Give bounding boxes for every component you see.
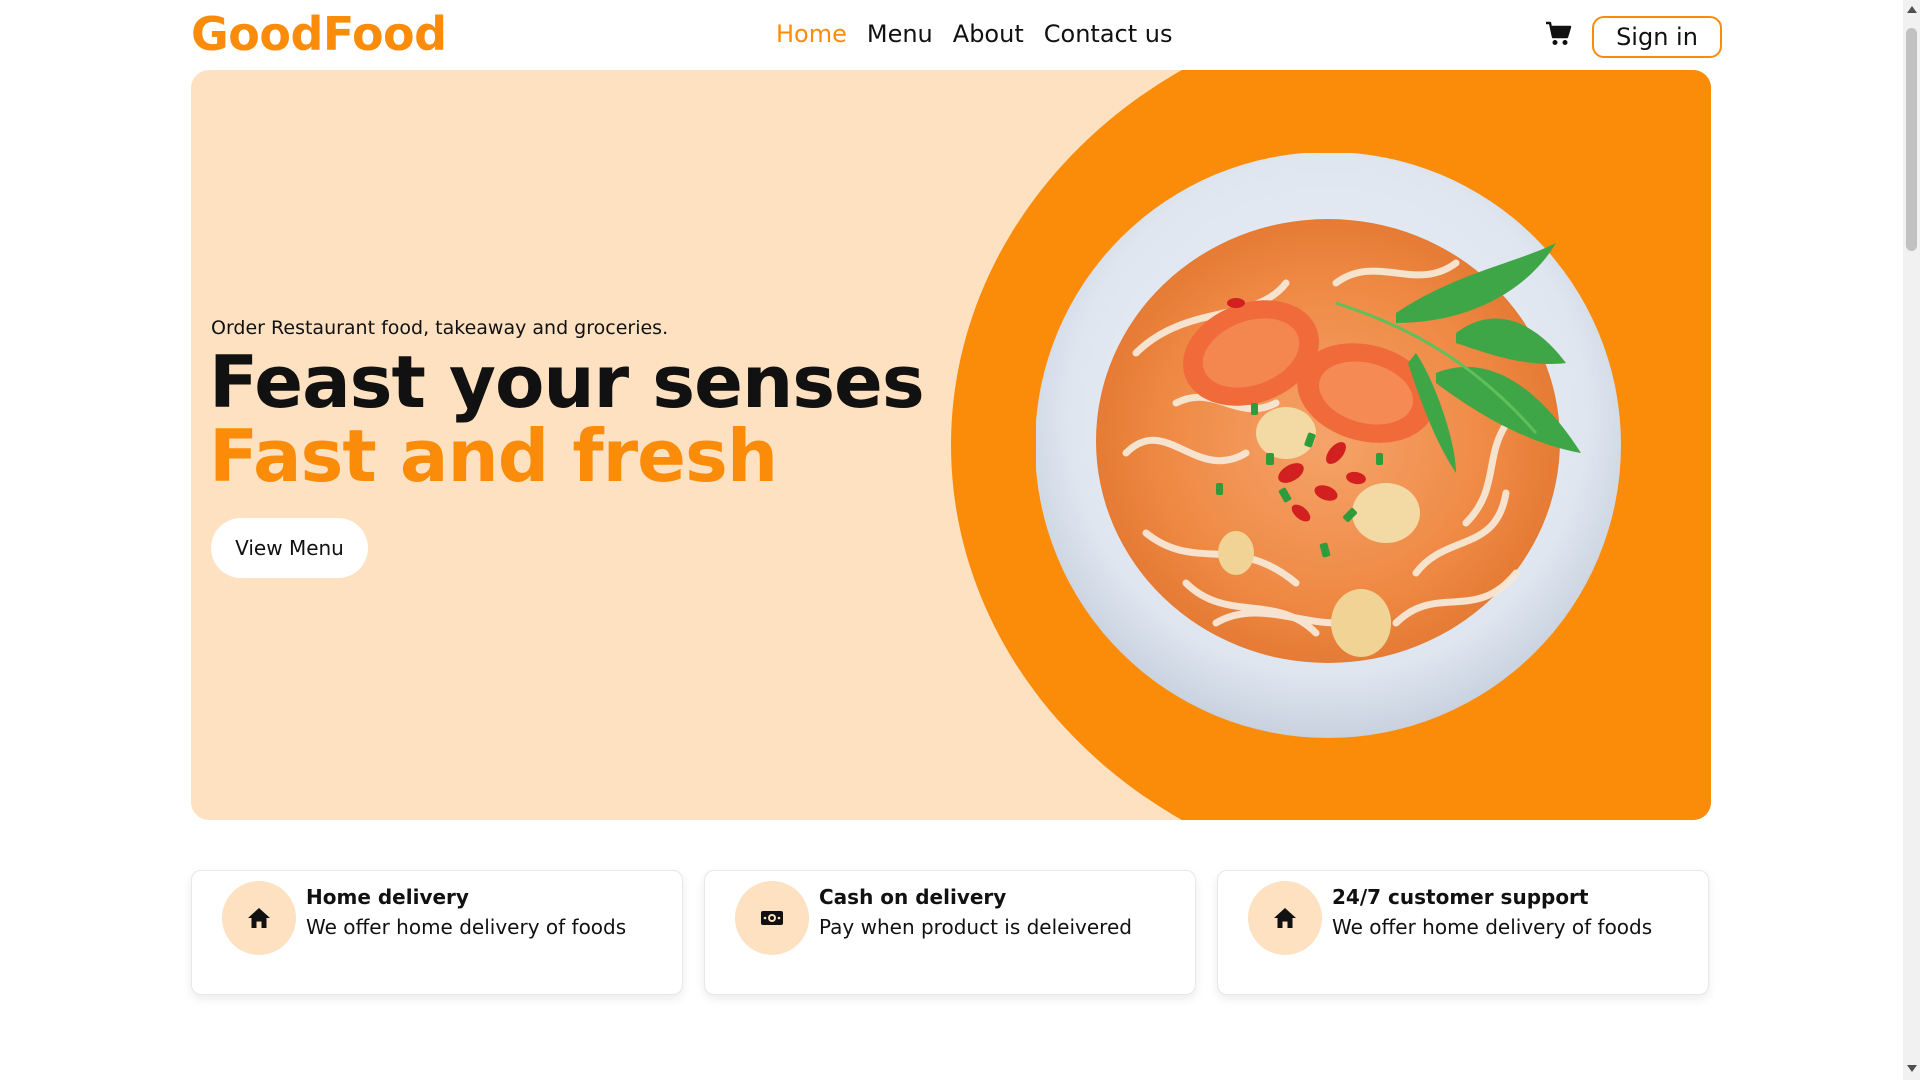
page: GoodFood Home Menu About Contact us Sign… xyxy=(0,0,1920,1080)
feature-description: Pay when product is deleivered xyxy=(819,915,1132,939)
home-icon xyxy=(222,881,296,955)
feature-title: 24/7 customer support xyxy=(1332,885,1589,909)
nav-link-home[interactable]: Home xyxy=(776,17,847,51)
cart-icon[interactable] xyxy=(1545,21,1573,47)
feature-card-home-delivery: Home delivery We offer home delivery of … xyxy=(191,870,683,995)
home-icon xyxy=(1248,881,1322,955)
main-nav: Home Menu About Contact us xyxy=(776,17,1172,51)
nav-link-contact[interactable]: Contact us xyxy=(1044,17,1173,51)
hero-food-image xyxy=(1035,152,1636,753)
sign-in-button[interactable]: Sign in xyxy=(1592,16,1722,58)
hero-title-line2: Fast and fresh xyxy=(209,414,778,498)
features-row: Home delivery We offer home delivery of … xyxy=(191,870,1711,995)
brand-logo[interactable]: GoodFood xyxy=(191,6,447,62)
cash-icon xyxy=(735,881,809,955)
scroll-up-arrow-icon[interactable] xyxy=(1907,6,1917,13)
hero-banner: Order Restaurant food, takeaway and groc… xyxy=(191,70,1711,820)
feature-description: We offer home delivery of foods xyxy=(306,915,627,939)
vertical-scrollbar[interactable] xyxy=(1903,0,1920,1080)
feature-title: Cash on delivery xyxy=(819,885,1007,909)
nav-link-about[interactable]: About xyxy=(953,17,1024,51)
feature-card-customer-support: 24/7 customer support We offer home deli… xyxy=(1217,870,1709,995)
scroll-down-arrow-icon[interactable] xyxy=(1907,1065,1917,1072)
view-menu-button[interactable]: View Menu xyxy=(211,518,368,578)
feature-card-cash-on-delivery: Cash on delivery Pay when product is del… xyxy=(704,870,1196,995)
nav-link-menu[interactable]: Menu xyxy=(867,17,933,51)
feature-title: Home delivery xyxy=(306,885,469,909)
scrollbar-thumb[interactable] xyxy=(1906,28,1917,251)
feature-description: We offer home delivery of foods xyxy=(1332,915,1653,939)
